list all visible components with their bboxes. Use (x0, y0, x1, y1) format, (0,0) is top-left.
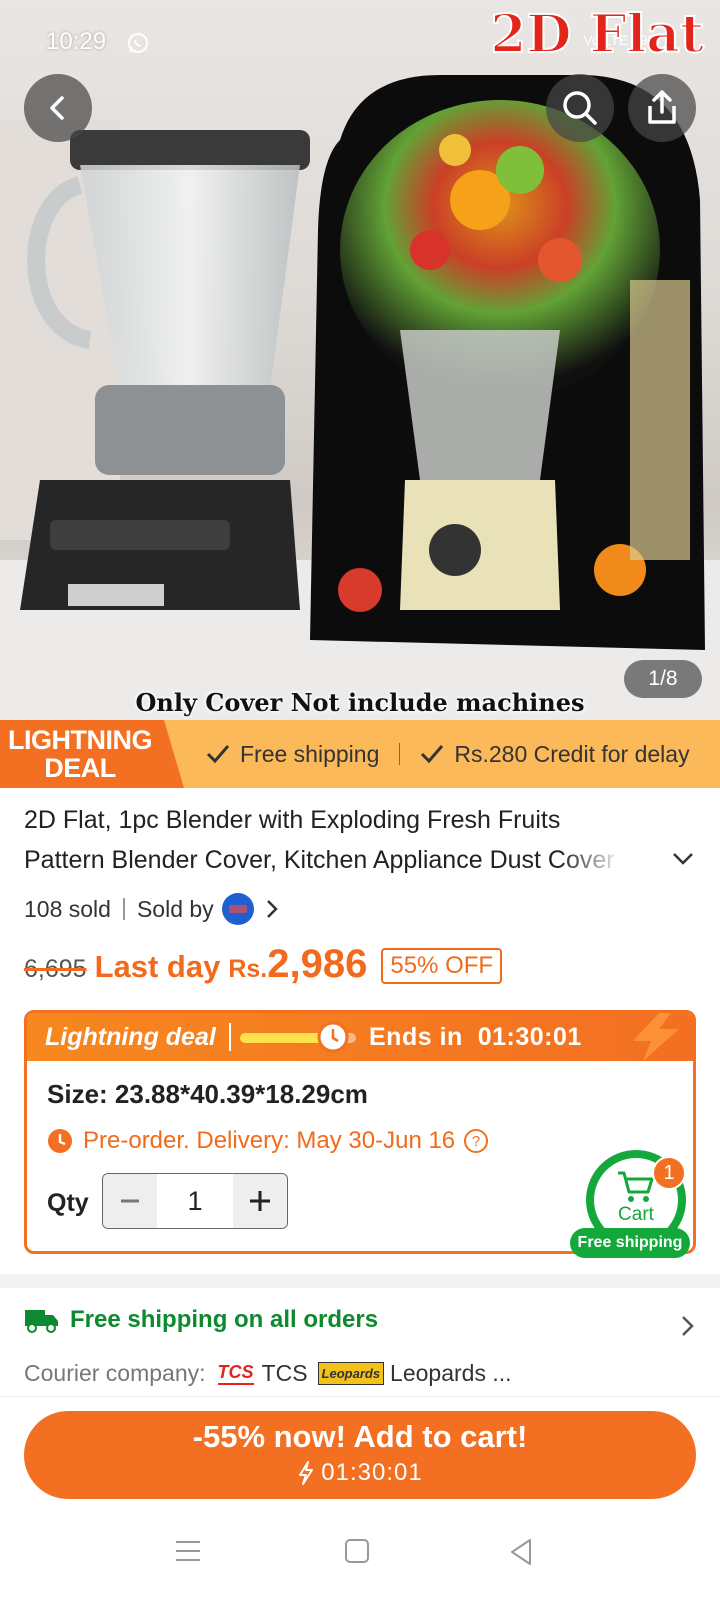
share-button[interactable] (628, 74, 696, 142)
add-to-cart-button[interactable]: -55% now! Add to cart! 01:30:01 (24, 1411, 696, 1499)
deal-countdown: Ends in 01:30:01 (369, 1023, 582, 1051)
lightning-icon (299, 1461, 314, 1485)
increase-qty-button[interactable] (233, 1174, 287, 1228)
sold-info[interactable]: 108 sold Sold by (24, 892, 282, 926)
check-icon (206, 745, 230, 764)
quantity-stepper: 1 (102, 1173, 288, 1229)
svg-text:?: ? (472, 1133, 480, 1150)
whatsapp-icon (128, 33, 148, 53)
cart-count-badge: 1 (652, 1156, 686, 1190)
free-shipping-row[interactable]: Free shipping on all orders (24, 1306, 378, 1334)
deal-header: Lightning deal Ends in 01:30:01 (27, 1013, 693, 1061)
seller-avatar[interactable] (221, 893, 254, 925)
brand-tag: 2D Flat (489, 3, 705, 66)
chevron-right-icon[interactable] (680, 1314, 696, 1338)
back-button[interactable] (24, 74, 92, 142)
deal-label: Lightning deal (45, 1023, 216, 1051)
tcs-logo: TCS (217, 1362, 254, 1385)
search-icon (563, 91, 597, 125)
promo-item: Free shipping (206, 741, 379, 768)
plus-icon (250, 1191, 270, 1211)
bottom-action-bar: -55% now! Add to cart! 01:30:01 (0, 1396, 720, 1514)
system-navigation-bar (0, 1514, 720, 1600)
sold-by-label: Sold by (136, 895, 214, 922)
truck-icon (25, 1310, 58, 1333)
menu-icon[interactable] (174, 1538, 202, 1564)
preorder-info: Pre-order. Delivery: May 30-Jun 16 ? (47, 1127, 489, 1155)
qty-label: Qty (47, 1189, 89, 1217)
title-fade (560, 842, 640, 882)
home-icon[interactable] (344, 1538, 370, 1564)
size-option[interactable]: Size: 23.88*40.39*18.29cm (47, 1079, 368, 1110)
courier-name: Leopards ... (390, 1360, 512, 1386)
help-icon[interactable]: ? (463, 1128, 489, 1154)
lightning-bolt-icon (633, 1013, 679, 1061)
lightning-deal-label: LIGHTNING DEAL (0, 720, 184, 788)
promo-divider (399, 743, 401, 765)
leopards-logo: Leopards (317, 1362, 385, 1385)
deal-progress-fill (240, 1033, 327, 1043)
original-price: 6,695 (24, 955, 87, 983)
promo-item: Rs.280 Credit for delay (420, 741, 690, 768)
lightning-deal-banner[interactable]: LIGHTNING DEAL Free shipping Rs.280 Cred… (0, 720, 720, 788)
expand-title-chevron-icon[interactable] (672, 852, 694, 866)
price-row: 6,695 Last day Rs. 2,986 55% OFF (24, 942, 503, 992)
last-day-label: Last day (94, 949, 221, 984)
product-title: 2D Flat, 1pc Blender with Exploding Fres… (24, 806, 615, 874)
sold-count: 108 sold (24, 895, 111, 922)
divider (229, 1023, 231, 1051)
currency: Rs. (228, 955, 268, 983)
promo-benefits: Free shipping Rs.280 Credit for delay (206, 720, 690, 788)
status-time: 10:29 (46, 28, 107, 55)
clock-icon (317, 1021, 349, 1053)
quantity-value[interactable]: 1 (157, 1174, 233, 1228)
check-icon (421, 745, 444, 764)
current-price: 2,986 (267, 942, 368, 986)
image-caption: Only Cover Not include machines (135, 688, 585, 717)
add-to-cart-label: -55% now! Add to cart! (192, 1419, 528, 1454)
search-button[interactable] (546, 74, 614, 142)
courier-row: Courier company: TCS TCS Leopards Leopar… (24, 1360, 512, 1387)
section-divider (0, 1274, 720, 1288)
chevron-left-icon (50, 96, 64, 120)
discount-badge: 55% OFF (381, 948, 503, 984)
chevron-right-icon (266, 900, 278, 918)
cart-label: Cart (618, 1204, 654, 1225)
courier-name: TCS (261, 1360, 308, 1386)
minus-icon (121, 1199, 139, 1203)
share-icon (648, 90, 676, 124)
divider (122, 898, 125, 920)
cart-free-shipping-badge: Free shipping (570, 1228, 690, 1258)
courier-label: Courier company: (24, 1360, 206, 1386)
decrease-qty-button[interactable] (103, 1174, 157, 1228)
add-to-cart-countdown: 01:30:01 (24, 1459, 696, 1487)
back-nav-icon[interactable] (508, 1538, 534, 1566)
cart-icon (618, 1171, 654, 1202)
clock-icon (48, 1129, 72, 1153)
product-image-gallery[interactable]: 10:29 Vo LTE 59% 2D Flat 1/8 Only Cover … (0, 0, 720, 720)
